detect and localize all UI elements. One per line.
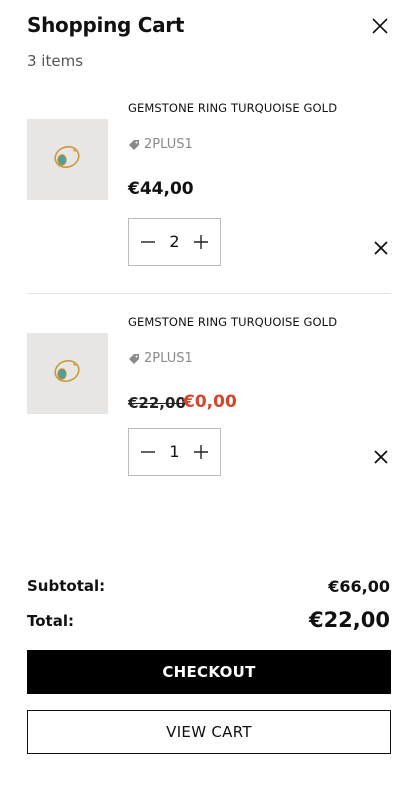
view-cart-button[interactable]: VIEW CART (27, 710, 391, 754)
original-price: €22,00 (128, 394, 186, 412)
quantity-stepper: 2 (128, 218, 221, 266)
remove-item-icon[interactable] (372, 448, 390, 466)
subtotal-value: €66,00 (328, 577, 390, 596)
product-name[interactable]: GEMSTONE RING TURQUOISE GOLD (128, 315, 337, 329)
remove-item-icon[interactable] (372, 239, 390, 257)
plus-icon[interactable] (190, 231, 212, 253)
discount-code: 2PLUS1 (144, 351, 193, 366)
product-image[interactable] (27, 333, 108, 414)
product-price: €44,00 (128, 179, 194, 199)
cart-item: GEMSTONE RING TURQUOISE GOLD 2PLUS1 €44,… (27, 100, 391, 280)
product-name[interactable]: GEMSTONE RING TURQUOISE GOLD (128, 101, 337, 115)
cart-title: Shopping Cart (27, 13, 185, 37)
sale-price: €0,00 (183, 392, 237, 412)
discount-tag: 2PLUS1 (128, 137, 193, 152)
discount-code: 2PLUS1 (144, 137, 193, 152)
cart-item: GEMSTONE RING TURQUOISE GOLD 2PLUS1 €22,… (27, 314, 391, 494)
total-label: Total: (27, 612, 74, 630)
checkout-button[interactable]: CHECKOUT (27, 650, 391, 694)
quantity-stepper: 1 (128, 428, 221, 476)
total-value: €22,00 (308, 608, 390, 632)
tag-icon (129, 353, 139, 364)
subtotal-label: Subtotal: (27, 577, 106, 595)
plus-icon[interactable] (190, 441, 212, 463)
discount-tag: 2PLUS1 (128, 351, 193, 366)
item-count: 3 items (27, 52, 84, 70)
item-divider (27, 293, 391, 294)
close-icon[interactable] (368, 14, 392, 38)
tag-icon (129, 139, 139, 150)
product-image[interactable] (27, 119, 108, 200)
